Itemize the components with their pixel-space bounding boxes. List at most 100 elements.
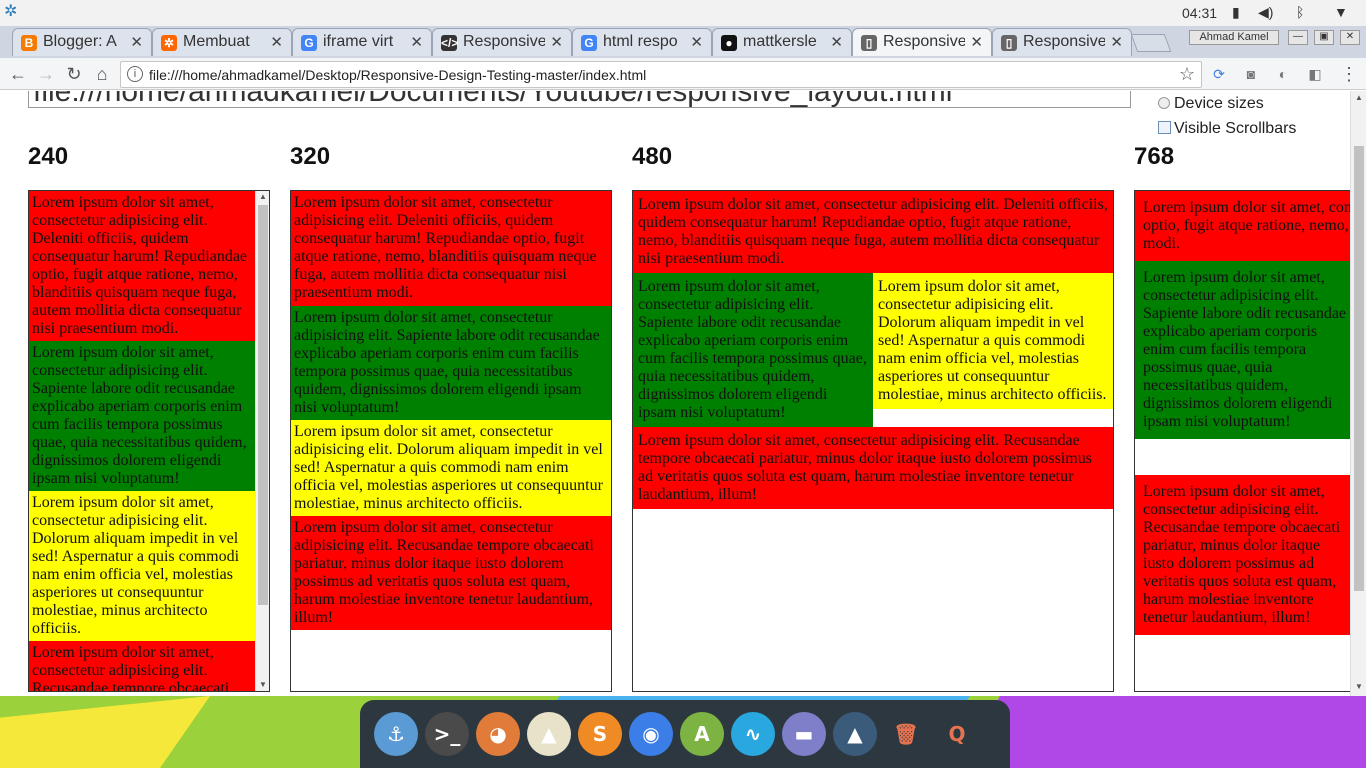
content-block-red-2: Lorem ipsum dolor sit amet, consectetur … [29, 641, 255, 691]
android-studio-app-icon[interactable]: A [680, 712, 724, 756]
tab-close-icon[interactable]: ✕ [690, 33, 703, 51]
maximize-button[interactable]: ▣ [1314, 30, 1334, 45]
scroll-up-arrow-icon[interactable]: ▲ [256, 191, 269, 203]
system-top-bar: ✲ 04:31 ▮ ◀) ᛒ ▼ [0, 0, 1366, 26]
preview-frame-320[interactable]: Lorem ipsum dolor sit amet, consectetur … [290, 190, 612, 692]
preview-frame-768[interactable]: Lorem ipsum dolor sit amet, consectetur … [1134, 190, 1350, 692]
two-column-row: Lorem ipsum dolor sit amet, consectetur … [633, 273, 1113, 427]
wifi-icon[interactable]: ▼ [1334, 4, 1348, 20]
visible-scrollbars-option[interactable]: Visible Scrollbars [1158, 120, 1296, 138]
tab-title: Membuat [183, 33, 250, 50]
content-block-green: Lorem ipsum dolor sit amet, consectetur … [633, 273, 873, 427]
home-button[interactable]: ⌂ [90, 62, 114, 86]
github-icon: ● [721, 35, 737, 51]
column-heading-768: 768 [1134, 143, 1175, 170]
scrollbar-thumb[interactable] [258, 205, 268, 605]
back-button[interactable]: ← [6, 62, 30, 86]
terminal-app-icon[interactable]: >_ [425, 712, 469, 756]
browser-tab[interactable]: B Blogger: A ✕ [12, 28, 152, 56]
browser-tab[interactable]: ▯ Responsive ✕ [852, 28, 992, 56]
system-logo-icon[interactable]: ✲ [4, 3, 22, 21]
page-scroll-down-icon[interactable]: ▼ [1351, 682, 1366, 694]
preview-frame-240[interactable]: Lorem ipsum dolor sit amet, consectetur … [28, 190, 270, 692]
tab-close-icon[interactable]: ✕ [550, 33, 563, 51]
tab-title: mattkersle [743, 33, 817, 50]
google-icon: G [301, 35, 317, 51]
browser-tab[interactable]: </> Responsive ✕ [432, 28, 572, 56]
chrome-app-icon[interactable]: ◉ [629, 712, 673, 756]
content-block-yellow: Lorem ipsum dolor sit amet, consectetur … [29, 491, 255, 641]
tab-close-icon[interactable]: ✕ [130, 33, 143, 51]
info-icon[interactable]: i [127, 66, 143, 82]
browser-tab[interactable]: ● mattkersle ✕ [712, 28, 852, 56]
tab-close-icon[interactable]: ✕ [410, 33, 423, 51]
content-block-green: Lorem ipsum dolor sit amet, consectetur … [1135, 261, 1350, 439]
browser-tab[interactable]: ▯ Responsive ✕ [992, 28, 1132, 56]
system-clock[interactable]: 04:31 [1182, 5, 1217, 21]
yellow-column: Lorem ipsum dolor sit amet, consectetur … [873, 273, 1113, 427]
page-scrollbar-thumb[interactable] [1354, 146, 1364, 591]
page-viewport: file:///home/ahmadkamel/Documents/Youtub… [0, 91, 1350, 696]
frame-scrollbar[interactable]: ▲ ▼ [255, 191, 269, 691]
content-block-red: Lorem ipsum dolor sit amet, consectetur … [633, 191, 1113, 273]
visible-scrollbars-checkbox[interactable] [1158, 121, 1171, 134]
content-block-yellow: Lorem ipsum dolor sit amet, consectetur … [291, 420, 611, 516]
minimize-button[interactable]: — [1288, 30, 1308, 45]
files-app-icon[interactable]: ▬ [782, 712, 826, 756]
tab-close-icon[interactable]: ✕ [1110, 33, 1123, 51]
trash-app-icon[interactable]: 🗑 [884, 712, 928, 756]
address-url[interactable]: file:///home/ahmadkamel/Desktop/Responsi… [149, 67, 646, 83]
content-block-red-2: Lorem ipsum dolor sit amet, consectetur … [633, 427, 1113, 509]
preview-frame-480[interactable]: Lorem ipsum dolor sit amet, consectetur … [632, 190, 1114, 692]
tab-title: Responsive [883, 33, 965, 50]
new-tab-button[interactable] [1130, 34, 1172, 52]
battery-icon[interactable]: ▮ [1232, 4, 1240, 20]
tab-title: html respo [603, 33, 678, 50]
sublime-app-icon[interactable]: S [578, 712, 622, 756]
extension-icon[interactable]: ◐ [1274, 65, 1292, 83]
bluetooth-icon[interactable]: ᛒ [1296, 4, 1304, 20]
visible-scrollbars-label: Visible Scrollbars [1174, 120, 1297, 137]
tab-close-icon[interactable]: ✕ [270, 33, 283, 51]
user-profile-button[interactable]: Ahmad Kamel [1189, 30, 1279, 45]
browser-tab[interactable]: Giframe virt ✕ [292, 28, 432, 56]
inkscape-app-icon[interactable]: ▲ [527, 712, 571, 756]
document-icon: ▯ [1001, 35, 1017, 51]
tab-title: Responsive [463, 33, 545, 50]
gimp-app-icon[interactable]: ◕ [476, 712, 520, 756]
reload-button[interactable]: ↻ [62, 62, 86, 86]
code-icon: </> [441, 35, 459, 51]
content-block-yellow: Lorem ipsum dolor sit amet, consectetur … [873, 273, 1113, 409]
address-bar[interactable]: i file:///home/ahmadkamel/Desktop/Respon… [120, 61, 1202, 88]
search-app-icon[interactable]: Q [935, 712, 979, 756]
menu-icon[interactable]: ⋮ [1340, 65, 1358, 83]
device-sizes-option[interactable]: Device sizes [1158, 95, 1264, 113]
volume-icon[interactable]: ◀) [1258, 4, 1273, 20]
browser-toolbar: ← → ↻ ⌂ i file:///home/ahmadkamel/Deskto… [0, 58, 1366, 90]
forward-button[interactable]: → [34, 62, 58, 86]
tab-close-icon[interactable]: ✕ [970, 33, 983, 51]
close-window-button[interactable]: ✕ [1340, 30, 1360, 45]
sync-extension-icon[interactable]: ⟳ [1210, 65, 1228, 83]
blogger-icon: B [21, 35, 37, 51]
google-icon: G [581, 35, 597, 51]
tab-close-icon[interactable]: ✕ [830, 33, 843, 51]
page-scroll-up-icon[interactable]: ▲ [1351, 93, 1366, 105]
device-sizes-radio[interactable] [1158, 97, 1170, 109]
column-heading-240: 240 [28, 143, 69, 170]
browser-tab[interactable]: Ghtml respo ✕ [572, 28, 712, 56]
bookmark-star-icon[interactable]: ☆ [1179, 64, 1195, 85]
monitor-app-icon[interactable]: ∿ [731, 712, 775, 756]
screenshot-extension-icon[interactable]: ◙ [1242, 65, 1260, 83]
url-input-field[interactable]: file:///home/ahmadkamel/Documents/Youtub… [28, 91, 1131, 108]
scroll-down-arrow-icon[interactable]: ▼ [256, 679, 269, 691]
image-viewer-app-icon[interactable]: ▲ [833, 712, 877, 756]
anchor-app-icon[interactable]: ⚓ [374, 712, 418, 756]
tab-title: iframe virt [323, 33, 394, 50]
extension-icon-2[interactable]: ◧ [1306, 65, 1324, 83]
content-block-red: Lorem ipsum dolor sit amet, consectetur … [1135, 191, 1350, 261]
page-scrollbar[interactable]: ▲ ▼ [1350, 91, 1366, 696]
browser-tab[interactable]: ✲ Membuat ✕ [152, 28, 292, 56]
content-block-red: Lorem ipsum dolor sit amet, consectetur … [29, 191, 255, 341]
content-block-green: Lorem ipsum dolor sit amet, consectetur … [29, 341, 255, 491]
